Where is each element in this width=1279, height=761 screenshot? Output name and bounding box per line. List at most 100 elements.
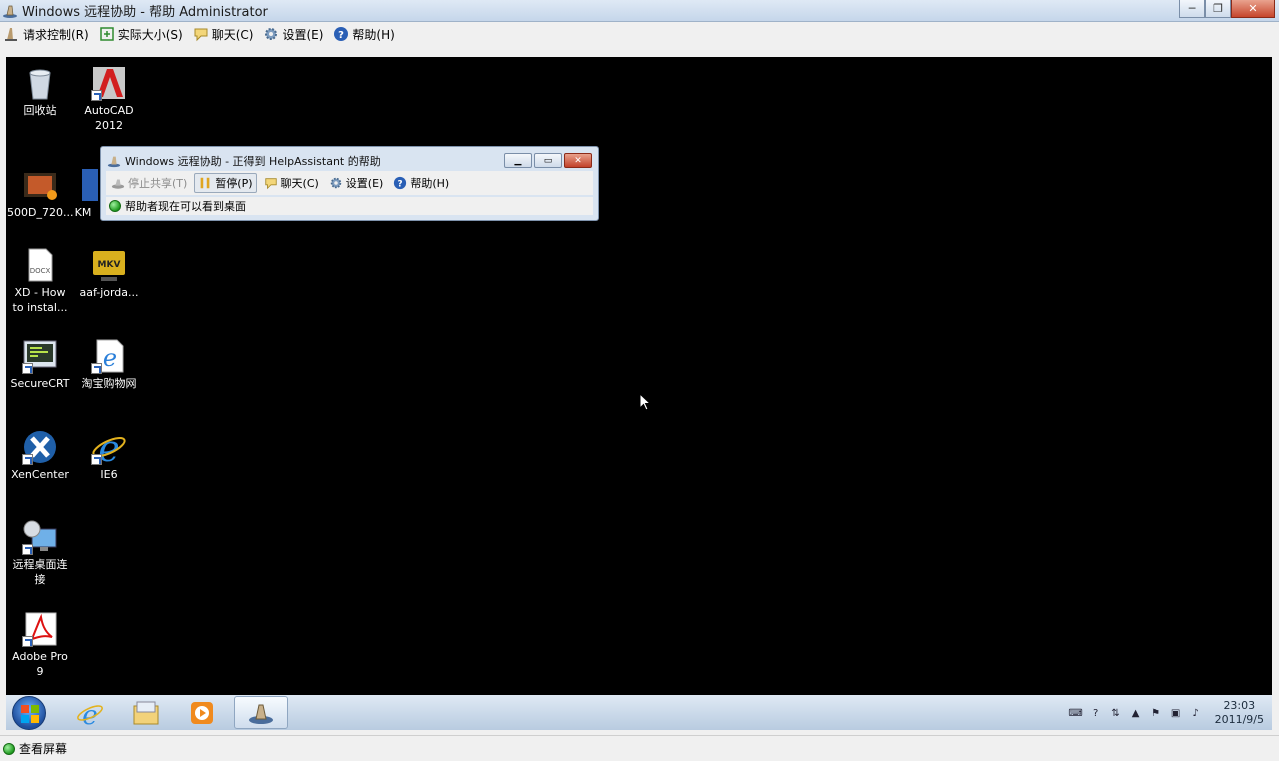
action-center-icon[interactable]: ⚑ [1149, 706, 1163, 720]
clock-time: 23:03 [1223, 699, 1256, 712]
volume-icon[interactable]: ♪ [1189, 706, 1203, 720]
windows-logo-icon [21, 705, 39, 723]
desktop-icon-remote-desktop[interactable]: 远程桌面连 接 [7, 519, 73, 587]
window-controls: ─ ❐ ✕ [1179, 0, 1275, 18]
request-control-icon [5, 28, 17, 41]
inner-help-label: 帮助(H) [410, 177, 450, 190]
taskbar-explorer[interactable] [119, 696, 173, 729]
mkv-file-icon: MKV [91, 247, 127, 283]
stop-share-icon [111, 179, 125, 189]
system-tray: ⌨ ? ⇅ ▲ ⚑ ▣ ♪ 23:03 2011/9/5 [1068, 699, 1264, 727]
km-icon [68, 167, 98, 203]
remote-desktop-view[interactable]: 回收站 AutoCAD 2012 500D_720... KM DOCX XD … [6, 57, 1272, 730]
inner-window-title: Windows 远程协助 - 正得到 HelpAssistant 的帮助 [125, 155, 381, 168]
svg-text:?: ? [338, 30, 344, 41]
securecrt-icon [22, 338, 58, 374]
inner-window-controls: ▁ ▭ ✕ [504, 153, 592, 168]
desktop-icon-ie6[interactable]: e IE6 [76, 429, 142, 482]
actual-size-icon [99, 27, 114, 41]
remote-desktop-icon [22, 519, 58, 555]
gear-icon [330, 177, 342, 189]
adobe-pdf-icon [22, 611, 58, 647]
desktop-icon-adobe-pro[interactable]: Adobe Pro 9 [7, 611, 73, 679]
status-indicator-icon [3, 742, 15, 755]
menu-chat[interactable]: 聊天(C) [191, 24, 256, 45]
pause-button[interactable]: 暂停(P) [194, 173, 257, 193]
taskbar-ie[interactable]: e [63, 696, 117, 729]
chat-icon [194, 28, 208, 42]
network-icon[interactable]: ▣ [1169, 706, 1183, 720]
window-title: Windows 远程协助 - 帮助 Administrator [22, 5, 268, 20]
pause-icon [200, 177, 210, 189]
gear-icon [265, 28, 278, 40]
desktop-icon-xencenter[interactable]: XenCenter [7, 429, 73, 482]
ie-icon: e [77, 699, 103, 727]
menu-settings-label: 设置(E) [282, 27, 324, 42]
minimize-button[interactable]: ─ [1179, 0, 1205, 18]
remote-assistance-window[interactable]: Windows 远程协助 - 正得到 HelpAssistant 的帮助 ▁ ▭… [100, 146, 599, 221]
remote-assistance-icon [107, 156, 121, 168]
inner-window-title-bar: Windows 远程协助 - 正得到 HelpAssistant 的帮助 [107, 153, 381, 169]
window-title-bar: Windows 远程协助 - 帮助 Administrator ─ ❐ ✕ [0, 0, 1279, 22]
inner-chat-label: 聊天(C) [280, 177, 319, 190]
svg-text:e: e [82, 699, 98, 726]
inner-help-button[interactable]: ? 帮助(H) [390, 174, 452, 192]
menu-help[interactable]: ? 帮助(H) [331, 24, 396, 45]
recycle-bin-icon [22, 65, 58, 101]
menu-actual-size[interactable]: 实际大小(S) [97, 24, 185, 45]
svg-text:e: e [103, 344, 117, 372]
menu-actual-size-label: 实际大小(S) [117, 27, 183, 42]
mouse-cursor-icon [639, 393, 651, 411]
menu-request-control[interactable]: 请求控制(R) [2, 24, 91, 45]
menu-help-label: 帮助(H) [352, 27, 395, 42]
taskbar-media-player[interactable] [175, 696, 229, 729]
inner-close-button[interactable]: ✕ [564, 153, 592, 168]
inner-toolbar: 停止共享(T) 暂停(P) 聊天(C) 设置(E) ? 帮助(H) [106, 171, 593, 195]
media-player-icon [191, 701, 213, 724]
docx-file-icon: DOCX [22, 247, 58, 283]
start-button[interactable] [12, 696, 46, 730]
desktop-icon-securecrt[interactable]: SecureCRT [7, 338, 73, 391]
status-bar: 查看屏幕 [0, 735, 1279, 761]
tray-sync-icon[interactable]: ⇅ [1109, 706, 1123, 720]
keyboard-icon[interactable]: ⌨ [1068, 706, 1082, 720]
svg-text:DOCX: DOCX [30, 267, 51, 275]
remote-assistance-icon [3, 5, 17, 18]
video-file-icon [22, 167, 58, 203]
taskbar-clock[interactable]: 23:03 2011/9/5 [1215, 699, 1264, 727]
inner-minimize-button[interactable]: ▁ [504, 153, 532, 168]
inner-restore-button[interactable]: ▭ [534, 153, 562, 168]
pause-label: 暂停(P) [215, 177, 253, 190]
desktop-icon-docx[interactable]: DOCX XD - How to instal... [7, 247, 73, 315]
menu-bar: 请求控制(R) 实际大小(S) 聊天(C) 设置(E) ? 帮助(H) [0, 22, 1279, 46]
inner-chat-button[interactable]: 聊天(C) [261, 174, 322, 192]
remote-assistance-icon [249, 704, 273, 724]
help-icon: ? [394, 176, 407, 190]
stop-share-button[interactable]: 停止共享(T) [108, 174, 190, 192]
restore-button[interactable]: ❐ [1205, 0, 1231, 18]
svg-text:?: ? [398, 180, 403, 190]
close-button[interactable]: ✕ [1231, 0, 1275, 18]
svg-text:MKV: MKV [98, 260, 121, 270]
remote-taskbar: e ⌨ ? ⇅ ▲ ⚑ ▣ ♪ 23:03 2011/9/5 [6, 695, 1272, 730]
ie-icon: e [91, 429, 127, 470]
help-icon: ? [334, 27, 349, 41]
desktop-icon-aaf-mkv[interactable]: MKV aaf-jorda... [76, 247, 142, 300]
inner-settings-label: 设置(E) [345, 177, 384, 190]
menu-request-control-label: 请求控制(R) [23, 27, 89, 42]
menu-settings[interactable]: 设置(E) [261, 24, 325, 45]
desktop-icon-km[interactable]: KM [68, 167, 98, 220]
desktop-icon-recycle-bin[interactable]: 回收站 [7, 65, 73, 118]
clock-date: 2011/9/5 [1214, 713, 1264, 726]
desktop-icon-autocad[interactable]: AutoCAD 2012 [76, 65, 142, 133]
tray-help-icon[interactable]: ? [1089, 706, 1103, 720]
desktop-icon-500d-video[interactable]: 500D_720... [7, 167, 73, 220]
chat-icon [264, 178, 277, 190]
show-hidden-icons-icon[interactable]: ▲ [1129, 706, 1143, 720]
taskbar-remote-assistance[interactable] [234, 696, 288, 729]
status-text: 查看屏幕 [19, 742, 68, 756]
desktop-icon-taobao[interactable]: e 淘宝购物网 [76, 338, 142, 391]
inner-status-bar: 帮助者现在可以看到桌面 [106, 197, 593, 215]
inner-settings-button[interactable]: 设置(E) [326, 174, 387, 192]
file-explorer-icon [133, 701, 159, 724]
